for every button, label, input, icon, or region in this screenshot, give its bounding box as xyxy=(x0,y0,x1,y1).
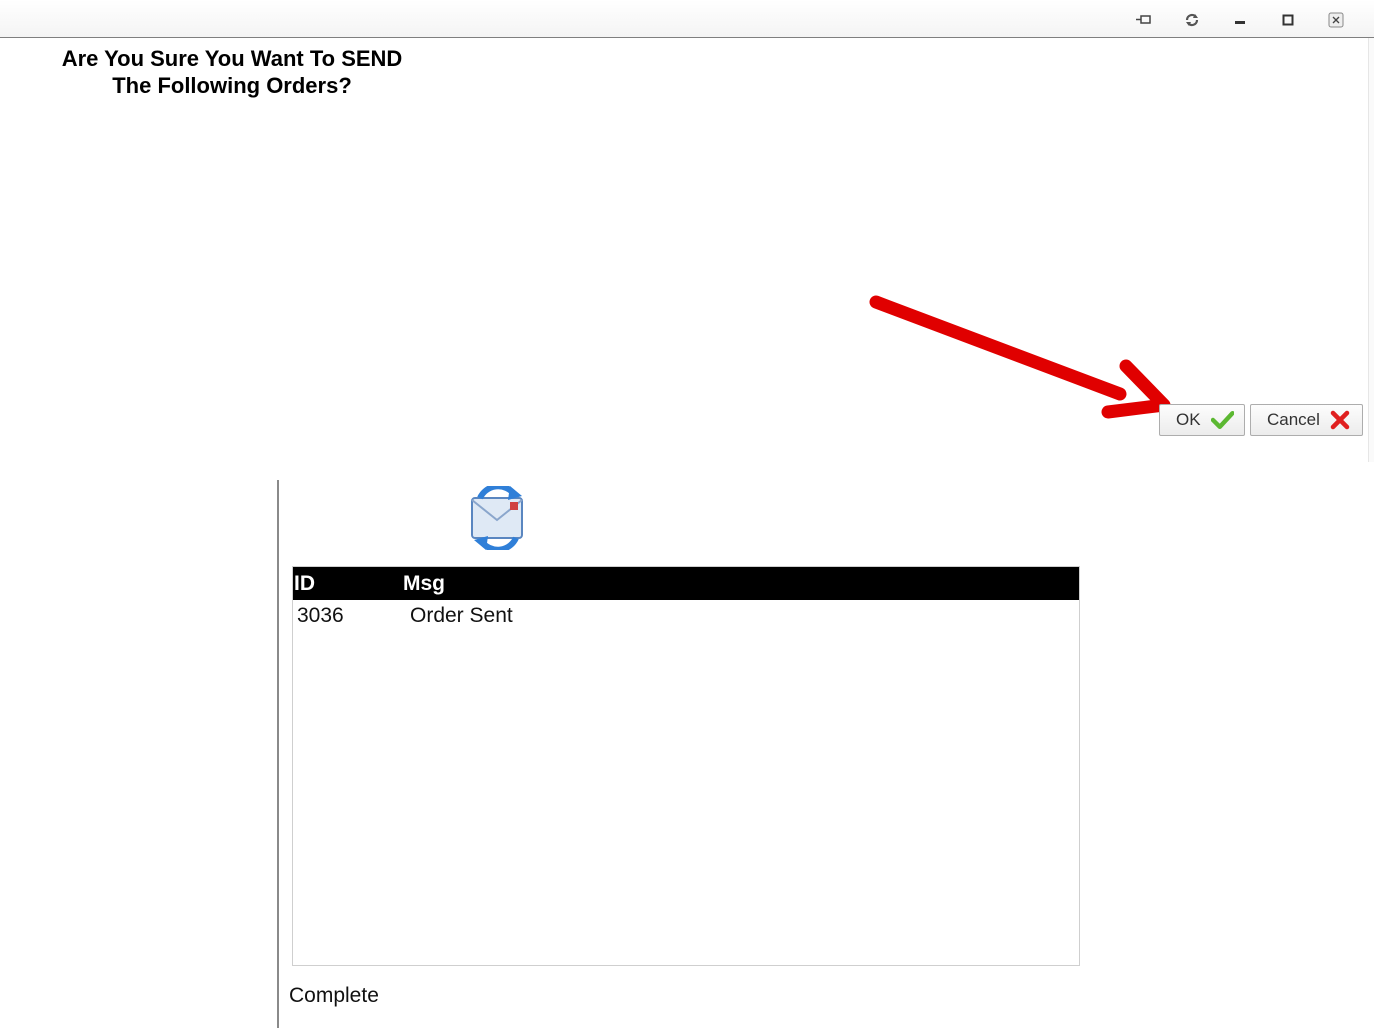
status-text: Complete xyxy=(289,984,379,1007)
results-grid: ID Msg 3036 Order Sent xyxy=(292,566,1080,966)
pin-button[interactable] xyxy=(1120,10,1168,30)
close-button[interactable] xyxy=(1312,10,1360,30)
pin-icon xyxy=(1136,15,1151,24)
vertical-divider xyxy=(277,480,279,1028)
grid-header: ID Msg xyxy=(293,567,1079,600)
send-receive-mail-icon xyxy=(471,486,523,550)
minimize-button[interactable] xyxy=(1216,10,1264,30)
ok-label: OK xyxy=(1176,410,1201,429)
column-header-msg[interactable]: Msg xyxy=(403,572,445,596)
refresh-button[interactable] xyxy=(1168,10,1216,30)
column-header-id[interactable]: ID xyxy=(294,572,315,596)
maximize-button[interactable] xyxy=(1264,10,1312,30)
cancel-button[interactable]: Cancel xyxy=(1250,404,1363,436)
cancel-label: Cancel xyxy=(1267,410,1320,429)
maximize-icon xyxy=(1282,14,1294,26)
confirm-question: Are You Sure You Want To SEND The Follow… xyxy=(30,45,434,99)
x-icon xyxy=(1330,410,1350,430)
row-msg-cell: Order Sent xyxy=(410,604,513,627)
row-id-cell: 3036 xyxy=(297,604,344,627)
refresh-icon xyxy=(1185,13,1199,27)
minimize-icon xyxy=(1235,21,1245,24)
window-controls xyxy=(1120,10,1360,30)
checkmark-icon xyxy=(1210,410,1234,430)
dialog-edge xyxy=(1368,38,1374,462)
window-titlebar xyxy=(0,0,1374,38)
table-row[interactable]: 3036 Order Sent xyxy=(293,600,1079,632)
question-line-2: The Following Orders? xyxy=(112,73,352,98)
close-icon xyxy=(1328,12,1344,28)
ok-button[interactable]: OK xyxy=(1159,404,1245,436)
question-line-1: Are You Sure You Want To SEND xyxy=(61,46,403,71)
